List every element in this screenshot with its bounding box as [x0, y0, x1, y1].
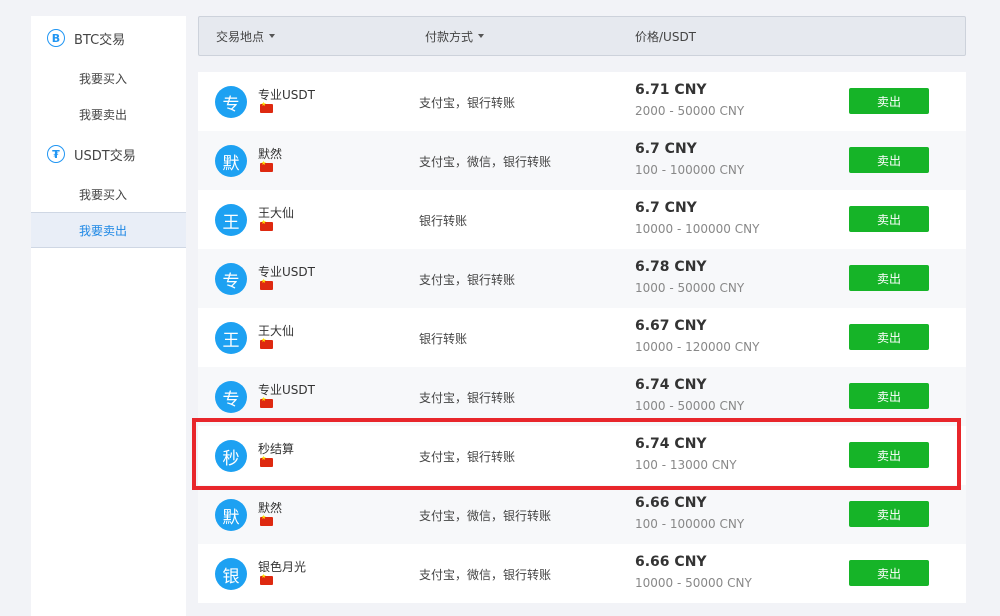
table-row: 王 王大仙 银行转账 6.67 CNY 10000 - 120000 CNY 卖… [198, 308, 966, 367]
price: 6.67 CNY [635, 318, 707, 334]
table-row: 专 专业USDT 支付宝，银行转账 6.74 CNY 1000 - 50000 … [198, 367, 966, 426]
table-row: 默 默然 支付宝，微信，银行转账 6.66 CNY 100 - 100000 C… [198, 485, 966, 544]
caret-down-icon [269, 34, 276, 38]
avatar[interactable]: 专 [215, 86, 247, 118]
sidebar-group-label: BTC交易 [74, 32, 126, 48]
avatar[interactable]: 专 [215, 381, 247, 413]
china-flag-icon [260, 396, 273, 408]
price: 6.74 CNY [635, 436, 707, 452]
price: 6.7 CNY [635, 141, 697, 157]
payment-methods: 银行转账 [419, 332, 468, 346]
caret-down-icon [478, 34, 485, 38]
sidebar-item-btc-buy[interactable]: 我要买入 [31, 60, 186, 96]
trade-limit: 10000 - 50000 CNY [635, 576, 752, 590]
sell-button[interactable]: 卖出 [849, 442, 929, 468]
trade-limit: 1000 - 50000 CNY [635, 281, 745, 295]
price: 6.74 CNY [635, 377, 707, 393]
sell-button[interactable]: 卖出 [849, 88, 929, 114]
payment-methods: 银行转账 [419, 214, 468, 228]
china-flag-icon [260, 219, 273, 231]
payment-methods: 支付宝，银行转账 [419, 96, 516, 110]
sell-button[interactable]: 卖出 [849, 501, 929, 527]
price: 6.71 CNY [635, 82, 707, 98]
avatar[interactable]: 银 [215, 558, 247, 590]
trade-limit: 2000 - 50000 CNY [635, 104, 745, 118]
china-flag-icon [260, 337, 273, 349]
price-header: 价格/USDT [635, 17, 696, 55]
sidebar: B BTC交易 我要买入 我要卖出 ₮ USDT交易 我要买入 我要卖出 [31, 16, 186, 616]
avatar[interactable]: 默 [215, 499, 247, 531]
trader-name[interactable]: 专业USDT [258, 381, 315, 398]
bitcoin-icon: B [47, 29, 65, 47]
location-filter[interactable]: 交易地点 [216, 17, 276, 55]
main-content: 交易地点 付款方式 价格/USDT 专 专业USDT 支付宝，银行转账 6.71… [198, 16, 966, 603]
sell-button[interactable]: 卖出 [849, 560, 929, 586]
trader-name[interactable]: 专业USDT [258, 86, 315, 103]
avatar[interactable]: 专 [215, 263, 247, 295]
price-header-label: 价格/USDT [635, 29, 697, 44]
table-row: 秒 秒结算 支付宝，银行转账 6.74 CNY 100 - 13000 CNY … [198, 426, 966, 485]
payment-header-label: 付款方式 [425, 29, 474, 44]
table-header: 交易地点 付款方式 价格/USDT [198, 16, 966, 56]
table-row: 王 王大仙 银行转账 6.7 CNY 10000 - 100000 CNY 卖出 [198, 190, 966, 249]
trade-limit: 100 - 13000 CNY [635, 458, 737, 472]
tether-icon: ₮ [47, 145, 65, 163]
payment-methods: 支付宝，微信，银行转账 [419, 509, 552, 523]
sell-button[interactable]: 卖出 [849, 383, 929, 409]
payment-methods: 支付宝，银行转账 [419, 391, 516, 405]
china-flag-icon [260, 455, 273, 467]
china-flag-icon [260, 573, 273, 585]
payment-filter[interactable]: 付款方式 [425, 17, 485, 55]
table-row: 专 专业USDT 支付宝，银行转账 6.78 CNY 1000 - 50000 … [198, 249, 966, 308]
sidebar-group-btc[interactable]: B BTC交易 [31, 16, 186, 60]
trader-name[interactable]: 专业USDT [258, 263, 315, 280]
china-flag-icon [260, 514, 273, 526]
trade-limit: 10000 - 120000 CNY [635, 340, 760, 354]
sidebar-group-label: USDT交易 [74, 148, 136, 164]
payment-methods: 支付宝，银行转账 [419, 273, 516, 287]
sell-button[interactable]: 卖出 [849, 206, 929, 232]
trade-limit: 1000 - 50000 CNY [635, 399, 745, 413]
offer-list: 专 专业USDT 支付宝，银行转账 6.71 CNY 2000 - 50000 … [198, 72, 966, 603]
price: 6.7 CNY [635, 200, 697, 216]
price: 6.66 CNY [635, 554, 707, 570]
sell-button[interactable]: 卖出 [849, 324, 929, 350]
avatar[interactable]: 王 [215, 204, 247, 236]
sell-button[interactable]: 卖出 [849, 147, 929, 173]
payment-methods: 支付宝，微信，银行转账 [419, 568, 552, 582]
table-row: 专 专业USDT 支付宝，银行转账 6.71 CNY 2000 - 50000 … [198, 72, 966, 131]
sell-button[interactable]: 卖出 [849, 265, 929, 291]
avatar[interactable]: 秒 [215, 440, 247, 472]
table-row: 银 银色月光 支付宝，微信，银行转账 6.66 CNY 10000 - 5000… [198, 544, 966, 603]
china-flag-icon [260, 278, 273, 290]
trade-limit: 100 - 100000 CNY [635, 517, 745, 531]
avatar[interactable]: 默 [215, 145, 247, 177]
china-flag-icon [260, 160, 273, 172]
price: 6.78 CNY [635, 259, 707, 275]
avatar[interactable]: 王 [215, 322, 247, 354]
trade-limit: 10000 - 100000 CNY [635, 222, 760, 236]
sidebar-item-usdt-buy[interactable]: 我要买入 [31, 176, 186, 212]
sidebar-group-usdt[interactable]: ₮ USDT交易 [31, 132, 186, 176]
china-flag-icon [260, 101, 273, 113]
location-header-label: 交易地点 [216, 29, 265, 44]
trade-limit: 100 - 100000 CNY [635, 163, 745, 177]
payment-methods: 支付宝，微信，银行转账 [419, 155, 552, 169]
price: 6.66 CNY [635, 495, 707, 511]
payment-methods: 支付宝，银行转账 [419, 450, 516, 464]
table-row: 默 默然 支付宝，微信，银行转账 6.7 CNY 100 - 100000 CN… [198, 131, 966, 190]
sidebar-item-usdt-sell[interactable]: 我要卖出 [31, 212, 186, 248]
sidebar-item-btc-sell[interactable]: 我要卖出 [31, 96, 186, 132]
